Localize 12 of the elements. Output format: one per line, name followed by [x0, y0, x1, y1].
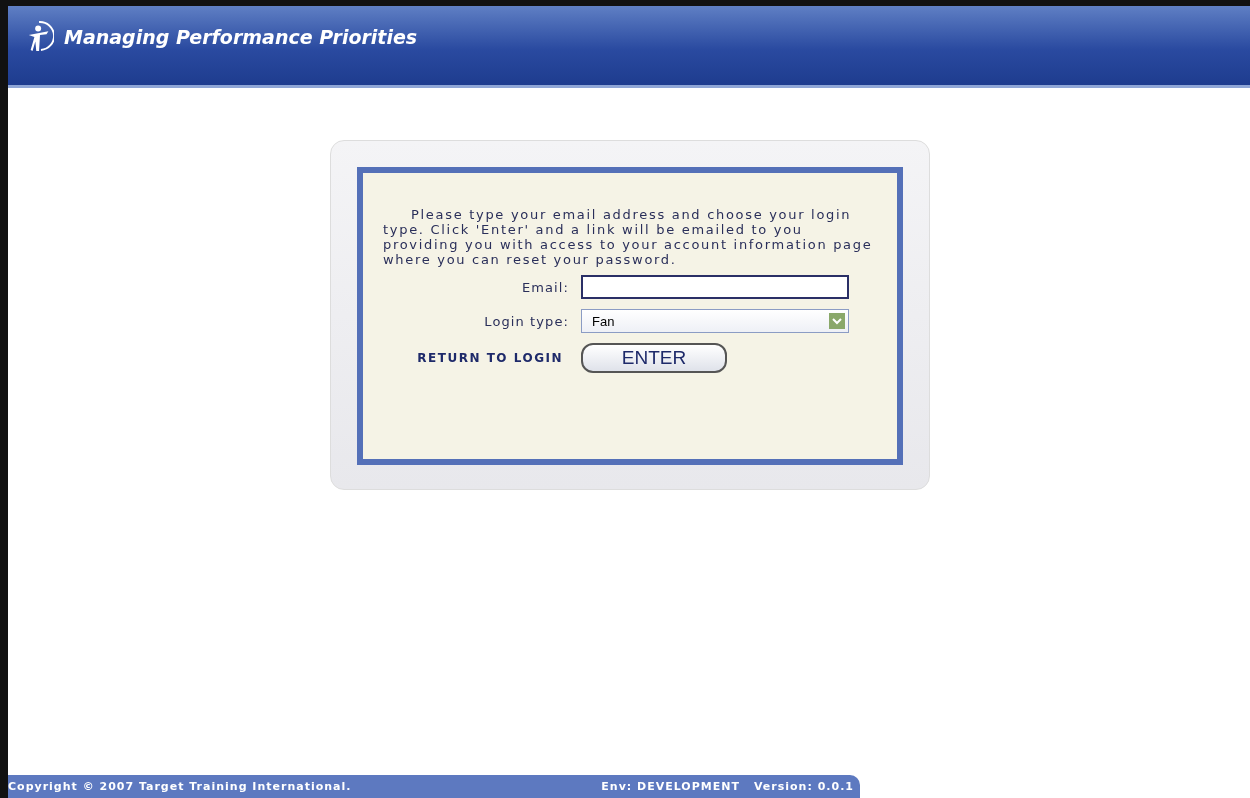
- return-to-login-link[interactable]: RETURN TO LOGIN: [383, 351, 563, 365]
- enter-button[interactable]: ENTER: [581, 343, 727, 373]
- copyright-text: Copyright © 2007 Target Training International.: [8, 780, 352, 793]
- login-type-dropdown[interactable]: Fan: [581, 309, 849, 333]
- environment-text: Env: DEVELOPMENT: [601, 780, 740, 793]
- email-label: Email:: [520, 279, 569, 295]
- instructions-text: Please type your email address and choose your login type. Click 'Enter' and a link will be emailed to you providing you with access to your account information page where you can reset your password.: [383, 207, 874, 267]
- login-type-label: Login type:: [483, 313, 569, 329]
- chevron-down-icon: [829, 313, 845, 329]
- email-input-field[interactable]: [581, 275, 849, 299]
- version-text: Version: 0.0.1: [753, 780, 854, 793]
- app-title: Managing Performance Priorities: [64, 26, 418, 48]
